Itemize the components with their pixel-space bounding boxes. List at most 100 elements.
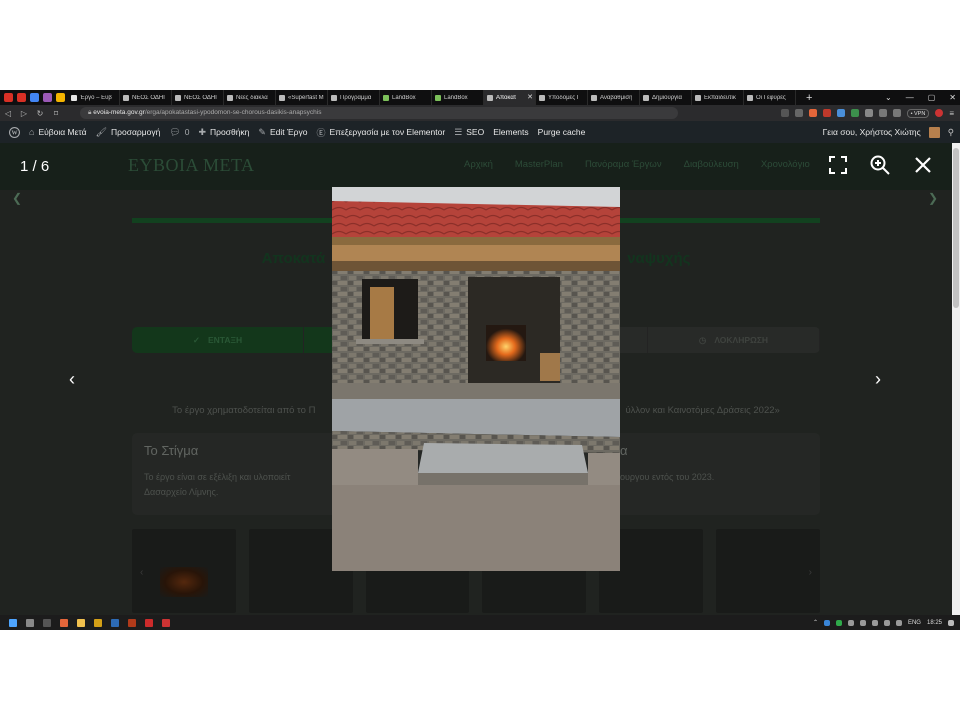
browser-tab[interactable]: Έργο – Εύβ <box>68 90 120 105</box>
tab-favicon <box>331 94 337 101</box>
browser-tab[interactable]: Πρόγραμμα <box>328 90 380 105</box>
lightbox-prev-button[interactable]: ‹ <box>64 369 80 390</box>
forward-icon[interactable]: ▷ <box>16 109 32 118</box>
share-icon[interactable] <box>794 109 803 117</box>
chevron-up-icon[interactable]: ⌃ <box>813 619 818 626</box>
browser-tab[interactable]: Αποκατ ✕ <box>484 90 536 105</box>
back-icon[interactable]: ◁ <box>0 109 16 118</box>
greeting[interactable]: Γεια σου, Χρήστος Χιώτης <box>823 127 921 137</box>
wp-purge-cache[interactable]: Purge cache <box>538 127 586 137</box>
wp-site-name[interactable]: ⌂ Εύβοια Μετά <box>29 127 87 137</box>
address-bar[interactable]: 🔒︎ evoia-meta.gov.gr/erga/apokatastasi-y… <box>80 107 678 119</box>
fullscreen-icon[interactable] <box>827 154 849 176</box>
language-indicator[interactable]: ENG <box>908 620 921 626</box>
avatar[interactable] <box>928 126 940 138</box>
photoshop-icon[interactable] <box>111 618 119 627</box>
volume-icon[interactable] <box>895 619 902 626</box>
extension-icon[interactable] <box>850 109 859 117</box>
tab-label: Εκπαιδευτικ <box>704 94 736 101</box>
illustrator-icon[interactable] <box>128 618 136 627</box>
downloads-icon[interactable] <box>878 109 887 117</box>
profile-icon[interactable] <box>935 109 944 117</box>
window-sill <box>356 339 424 344</box>
brave-shield-icon[interactable] <box>808 109 817 117</box>
maximize-icon[interactable]: ▢ <box>928 93 936 102</box>
close-tab-icon[interactable]: ✕ <box>527 93 533 101</box>
start-icon[interactable] <box>9 618 17 627</box>
ground <box>332 485 620 571</box>
browser-tab[interactable]: LandBox <box>432 90 484 105</box>
new-tab-button[interactable]: + <box>806 92 812 104</box>
elementor-label: Επεξεργασία με τον Elementor <box>329 127 446 137</box>
rewards-icon[interactable] <box>822 109 831 117</box>
brave-icon[interactable] <box>60 618 68 627</box>
file-explorer-icon[interactable] <box>77 618 85 627</box>
task-view-icon[interactable] <box>26 618 34 627</box>
wifi-icon[interactable] <box>883 619 890 626</box>
wp-logo-menu[interactable]: W <box>9 126 20 138</box>
notification-icon[interactable] <box>948 619 954 626</box>
pinned-tab-icon[interactable] <box>56 93 65 102</box>
browser-tab[interactable]: Νέες διακλα <box>224 90 276 105</box>
pinned-tab-icon[interactable] <box>30 93 39 102</box>
vpn-button[interactable]: • VPN <box>906 108 930 118</box>
tab-favicon <box>643 94 649 101</box>
browser-tab[interactable]: Εκπαιδευτικ <box>692 90 744 105</box>
close-icon[interactable] <box>912 154 934 176</box>
browser-tab[interactable]: ΝΕΟΣ ΟΔΗΓ <box>172 90 224 105</box>
battery-icon[interactable] <box>871 619 878 626</box>
taskbar-app-icon[interactable] <box>162 618 170 627</box>
comments-count: 0 <box>184 127 190 137</box>
tab-search-icon[interactable]: ⌄ <box>885 93 892 102</box>
window-close-icon[interactable]: ✕ <box>949 93 956 102</box>
wp-elements[interactable]: Elements <box>493 127 528 137</box>
taskbar-app-icon[interactable] <box>43 618 51 627</box>
browser-tab[interactable]: «Superfast M <box>276 90 328 105</box>
lightbox-next-button[interactable]: › <box>870 369 886 390</box>
browser-tab[interactable]: Υποδομές Γ <box>536 90 588 105</box>
browser-tab[interactable]: ΝΕΟΣ ΟΔΗΓ <box>120 90 172 105</box>
zoom-icon[interactable] <box>780 109 789 117</box>
wp-comments[interactable]: 💬︎ 0 <box>169 127 189 138</box>
minimize-icon[interactable]: — <box>906 93 914 102</box>
lightbox-counter: 1 / 6 <box>20 158 50 175</box>
reload-icon[interactable]: ↻ <box>32 109 48 118</box>
tab-favicon <box>435 94 441 101</box>
pinned-tab-icon[interactable] <box>4 93 13 102</box>
browser-tab[interactable]: Αναβάθμιση <box>588 90 640 105</box>
extension-icon[interactable] <box>836 109 845 117</box>
search-icon[interactable]: ⚲ <box>948 127 954 138</box>
elementor-icon: Ⓔ <box>316 127 326 138</box>
pinned-tab-icon[interactable] <box>17 93 26 102</box>
acrobat-icon[interactable] <box>145 618 153 627</box>
wp-customize[interactable]: 🖌︎ Προσαρμογή <box>96 127 161 138</box>
pinned-tab-icon[interactable] <box>43 93 52 102</box>
puzzle-icon[interactable] <box>864 109 873 117</box>
tab-label: Πρόγραμμα <box>340 94 372 101</box>
browser-tab[interactable]: LandBox <box>380 90 432 105</box>
bookmark-icon[interactable]: ⌑ <box>48 109 64 118</box>
browser-tab[interactable]: Δημιουργία <box>640 90 692 105</box>
scrollbar-thumb[interactable] <box>953 148 959 308</box>
tray-icon[interactable] <box>835 619 842 626</box>
lightbox-photo[interactable] <box>332 187 620 571</box>
wp-seo[interactable]: ☰ SEO <box>454 127 484 138</box>
browser-tab[interactable]: Οι Γέφυρες <box>744 90 796 105</box>
wallet-icon[interactable] <box>892 109 901 117</box>
tray-icon[interactable] <box>859 619 866 626</box>
system-tray: ⌃ ENG 18:25 <box>813 615 954 630</box>
roof-beam <box>332 261 620 271</box>
zoom-in-icon[interactable] <box>869 154 891 176</box>
wp-edit[interactable]: ✎ Edit Έργο <box>258 127 307 138</box>
tray-icon[interactable] <box>823 619 830 626</box>
slider-prev-icon[interactable]: ❮ <box>12 191 22 205</box>
slider-next-icon[interactable]: ❯ <box>928 191 938 205</box>
wp-elementor[interactable]: Ⓔ Επεξεργασία με τον Elementor <box>316 126 445 139</box>
tray-icon[interactable] <box>847 619 854 626</box>
taskbar-app-icon[interactable] <box>94 618 102 627</box>
clock[interactable]: 18:25 <box>927 620 942 626</box>
elements-label: Elements <box>493 127 529 137</box>
menu-icon[interactable]: ≡ <box>949 109 954 118</box>
wp-new-content[interactable]: ✚ Προσθήκη <box>198 127 249 138</box>
add-new-label: Προσθήκη <box>210 127 250 137</box>
